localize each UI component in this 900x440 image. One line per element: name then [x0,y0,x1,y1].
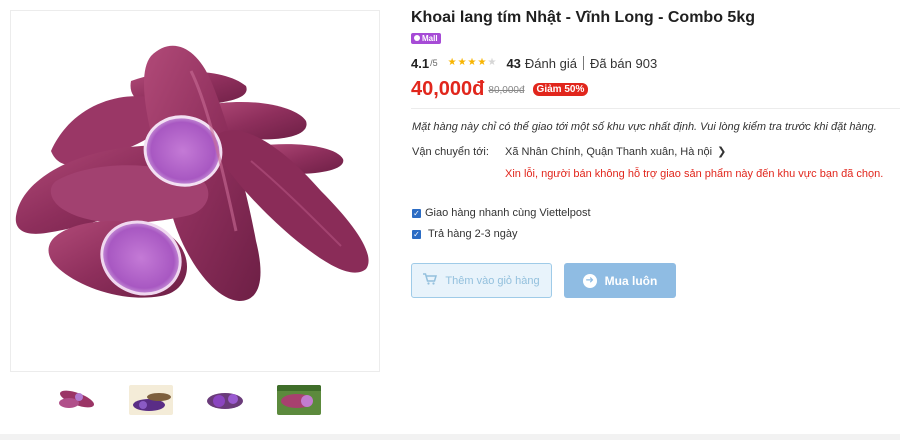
buy-now-label: Mua luôn [604,273,658,288]
rating-score: 4.1 [411,55,430,71]
review-label[interactable]: Đánh giá [525,56,577,71]
mall-badge-label: Mall [422,33,438,43]
checkbox-checked-icon[interactable]: ✓ [412,229,421,239]
star-icon: ★ [477,57,487,68]
sweet-potato-illustration [15,45,369,301]
product-info: Khoai lang tím Nhật - Vĩnh Long - Combo … [411,8,896,101]
thumbnail-strip [55,385,321,415]
option-fast-delivery[interactable]: ✓ Giao hàng nhanh cùng Viettelpost [412,207,591,219]
discount-badge: Giảm 50% [532,82,589,96]
chevron-right-icon: ❯ [717,146,727,158]
rating-row: 4.1 /5 ★ ★ ★ ★ ★ 43 Đánh giá Đã bán 903 [411,55,896,71]
star-empty-icon: ★ [487,57,497,68]
option-label: Giao hàng nhanh cùng Viettelpost [425,207,591,219]
option-label: Trả hàng 2-3 ngày [428,228,518,240]
price-row: 40,000đ 80,000đ Giảm 50% [411,77,896,101]
bottom-divider-bar [0,434,900,440]
shipping-address: Xã Nhân Chính, Quận Thanh xuân, Hà nội [505,145,713,158]
thumbnail-3[interactable] [203,385,247,415]
add-to-cart-label: Thêm vào giỏ hàng [445,274,540,287]
rating-max: /5 [430,58,438,68]
shipping-address-link[interactable]: Xã Nhân Chính, Quận Thanh xuân, Hà nội ❯ [505,145,727,159]
sold-count: Đã bán 903 [589,55,658,71]
star-icon: ★ [457,57,467,68]
section-divider [411,108,900,109]
add-to-cart-button[interactable]: Thêm vào giỏ hàng [411,263,552,298]
current-price: 40,000đ [411,78,485,100]
shipping-label: Vận chuyển tới: [412,145,489,158]
shipping-error: Xin lỗi, người bán không hỗ trợ giao sản… [505,168,884,180]
product-title: Khoai lang tím Nhật - Vĩnh Long - Combo … [411,9,755,26]
star-icon: ★ [467,57,477,68]
cart-icon [423,273,438,288]
rating-stars[interactable]: ★ ★ ★ ★ ★ [448,58,497,68]
thumbnail-4[interactable] [277,385,321,415]
thumbnail-2[interactable] [129,385,173,415]
shipping-notice: Mặt hàng này chỉ có thể giao tới một số … [412,121,877,133]
mall-icon [414,35,420,41]
mall-badge: Mall [411,32,441,44]
option-return[interactable]: ✓ Trả hàng 2-3 ngày [412,228,517,240]
original-price: 80,000đ [488,84,525,96]
thumbnail-1[interactable] [55,385,99,415]
product-main-image[interactable] [10,10,380,372]
shipping-row: Vận chuyển tới: Xã Nhân Chính, Quận Than… [412,145,727,159]
divider [582,56,584,70]
review-count[interactable]: 43 [506,56,520,71]
buy-now-button[interactable]: ➜ Mua luôn [564,263,676,298]
checkbox-checked-icon[interactable]: ✓ [412,208,421,218]
arrow-right-icon: ➜ [582,273,597,288]
star-icon: ★ [447,57,457,68]
